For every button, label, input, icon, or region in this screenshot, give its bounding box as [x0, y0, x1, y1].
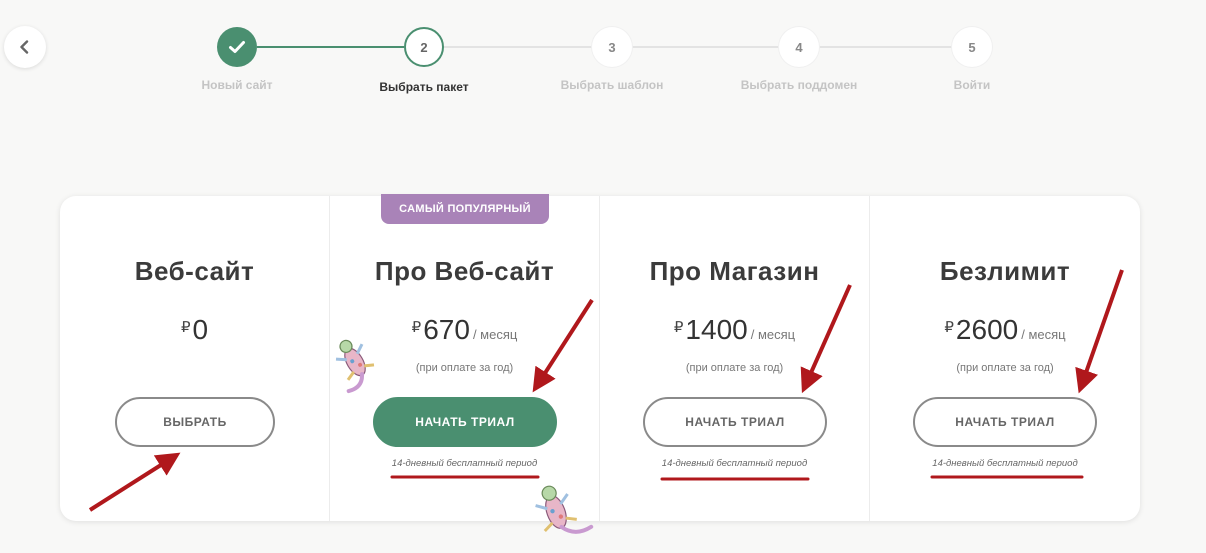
- step-connector-1: [257, 46, 404, 48]
- step-4-circle: 4: [779, 27, 819, 67]
- billing-note: (при оплате за год): [415, 362, 514, 374]
- plan-price: ₽1400/ месяц: [600, 314, 869, 346]
- pricing-panel: Веб-сайт ₽0 ВЫБРАТЬ САМЫЙ ПОПУЛЯРНЫЙ Про…: [60, 194, 1140, 521]
- currency-symbol: ₽: [411, 319, 422, 336]
- start-trial-button[interactable]: НАЧАТЬ ТРИАЛ: [373, 397, 557, 447]
- plan-title: Про Магазин: [649, 256, 820, 286]
- step-1-circle: [217, 27, 257, 67]
- plan-card-website: Веб-сайт ₽0 ВЫБРАТЬ: [60, 196, 330, 521]
- step-2-circle: 2: [404, 27, 444, 67]
- step-3-label: Выбрать шаблон: [560, 78, 664, 92]
- start-trial-button-label: НАЧАТЬ ТРИАЛ: [685, 415, 785, 429]
- select-plan-button[interactable]: ВЫБРАТЬ: [115, 397, 275, 447]
- price-amount: 1400: [685, 314, 748, 345]
- step-2-label: Выбрать пакет: [379, 80, 469, 94]
- currency-symbol: ₽: [673, 319, 684, 336]
- price-amount: 670: [423, 314, 470, 345]
- plan-title: Веб-сайт: [134, 256, 255, 286]
- plan-title: Безлимит: [939, 256, 1071, 286]
- step-3-circle: 3: [592, 27, 632, 67]
- price-period: / месяц: [1021, 327, 1066, 342]
- plan-card-pro-website: САМЫЙ ПОПУЛЯРНЫЙ Про Веб-сайт ₽670/ меся…: [330, 194, 600, 521]
- start-trial-button[interactable]: НАЧАТЬ ТРИАЛ: [913, 397, 1097, 447]
- plan-price: ₽670/ месяц: [330, 314, 599, 346]
- plan-price: ₽0: [60, 314, 329, 346]
- most-popular-badge: САМЫЙ ПОПУЛЯРНЫЙ: [381, 194, 549, 224]
- start-trial-button-label: НАЧАТЬ ТРИАЛ: [955, 415, 1055, 429]
- plan-card-pro-store: Про Магазин ₽1400/ месяц (при оплате за …: [600, 196, 870, 521]
- step-4-label: Выбрать поддомен: [740, 78, 858, 92]
- plan-title: Про Веб-сайт: [374, 256, 555, 286]
- progress-stepper: 2 3 4 5 Новый сайт Выбрать пакет Выбрать…: [0, 0, 1206, 110]
- start-trial-button[interactable]: НАЧАТЬ ТРИАЛ: [643, 397, 827, 447]
- price-amount: 0: [192, 314, 209, 345]
- select-plan-button-label: ВЫБРАТЬ: [163, 415, 227, 429]
- plan-card-unlimited: Безлимит ₽2600/ месяц (при оплате за год…: [870, 196, 1140, 521]
- step-5-circle: 5: [952, 27, 992, 67]
- trial-period-note: 14-дневный бесплатный период: [661, 458, 808, 469]
- step-connector-2: [444, 46, 592, 48]
- price-period: / месяц: [750, 327, 796, 342]
- trial-period-note: 14-дневный бесплатный период: [391, 458, 538, 469]
- check-icon: [229, 41, 245, 53]
- price-period: / месяц: [472, 327, 518, 342]
- currency-symbol: ₽: [180, 319, 191, 336]
- currency-symbol: ₽: [944, 319, 954, 336]
- price-amount: 2600: [955, 314, 1019, 345]
- step-1-label: Новый сайт: [201, 78, 273, 92]
- start-trial-button-label: НАЧАТЬ ТРИАЛ: [415, 415, 515, 429]
- step-connector-3: [632, 46, 779, 48]
- step-connector-4: [819, 46, 952, 48]
- plan-price: ₽2600/ месяц: [870, 314, 1140, 346]
- billing-note: (при оплате за год): [685, 362, 784, 374]
- step-5-label: Войти: [953, 78, 991, 92]
- trial-period-note: 14-дневный бесплатный период: [932, 458, 1078, 469]
- billing-note: (при оплате за год): [956, 362, 1054, 374]
